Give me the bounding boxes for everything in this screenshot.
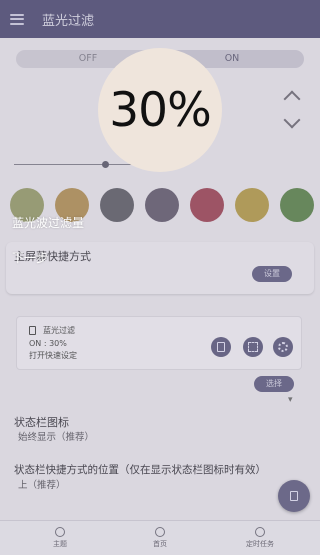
next-step-button[interactable]: 下一步 xyxy=(12,249,48,266)
filter-level-value: 30% xyxy=(109,82,211,138)
filter-level-bubble: 30% xyxy=(98,48,222,172)
overlay-guide-text: 蓝光波过滤量 xyxy=(12,216,85,230)
